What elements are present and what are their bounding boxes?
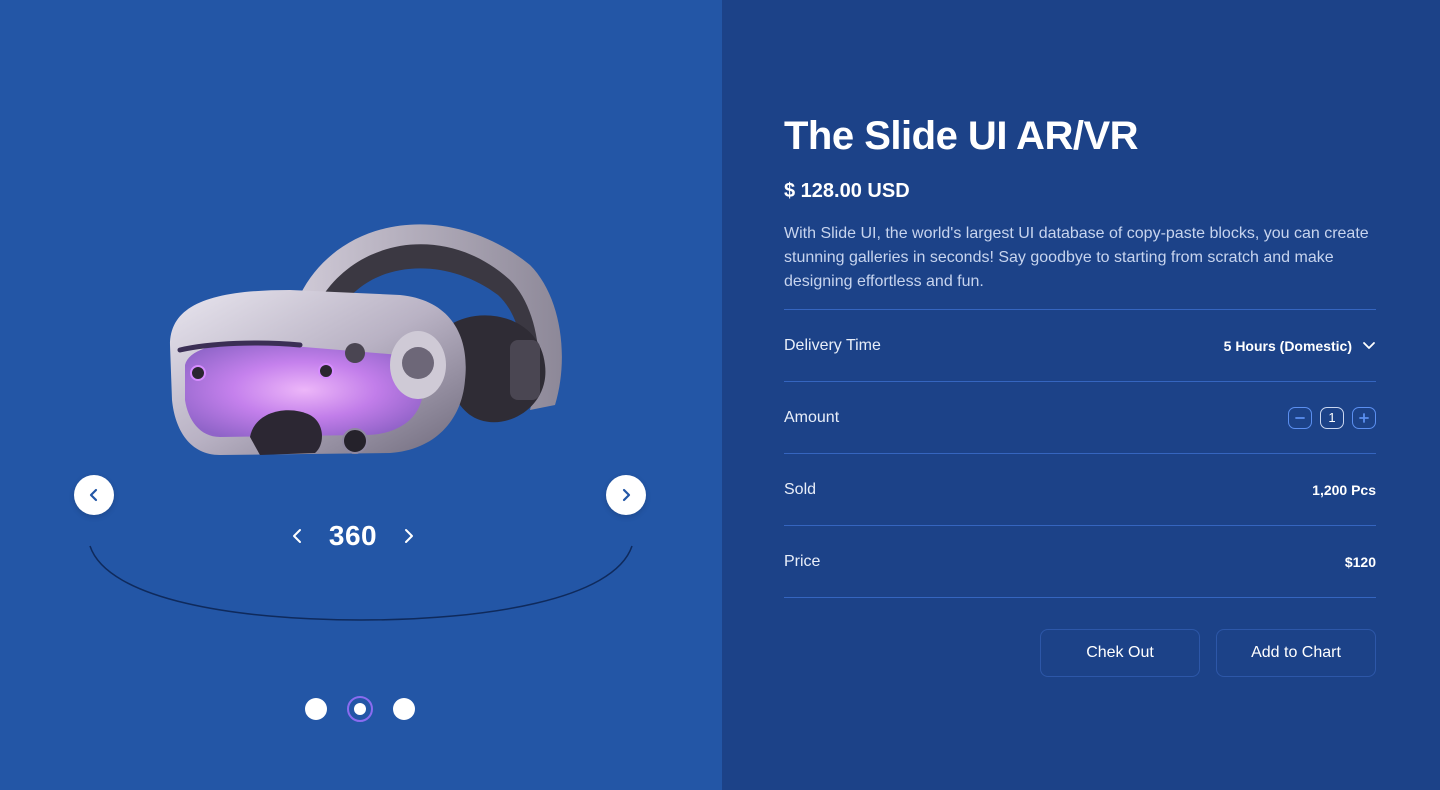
delivery-time-value: 5 Hours (Domestic): [1223, 337, 1352, 354]
add-to-cart-button[interactable]: Add to Chart: [1216, 629, 1376, 677]
delivery-time-label: Delivery Time: [784, 336, 881, 354]
sold-row: Sold 1,200 Pcs: [784, 454, 1376, 526]
slide-dot-1[interactable]: [305, 698, 327, 720]
minus-icon: [1295, 416, 1305, 419]
chevron-left-icon: [293, 529, 301, 543]
previous-slide-button[interactable]: [74, 475, 114, 515]
price-label: Price: [784, 552, 821, 570]
product-gallery: 360: [0, 0, 722, 790]
rotate-360-control: 360: [286, 516, 420, 556]
plus-icon: [1359, 412, 1369, 423]
amount-label: Amount: [784, 408, 840, 426]
product-price: $ 128.00 USD: [784, 180, 910, 202]
sold-value: 1,200 Pcs: [1312, 481, 1376, 498]
chevron-down-icon: [1363, 341, 1375, 349]
rotate-left-button[interactable]: [286, 525, 308, 547]
chevron-left-icon: [89, 488, 98, 502]
chevron-right-icon: [622, 488, 631, 502]
action-buttons: Chek Out Add to Chart: [1040, 629, 1376, 677]
checkout-button[interactable]: Chek Out: [1040, 629, 1200, 677]
increase-amount-button[interactable]: [1352, 406, 1376, 429]
rotate-label: 360: [328, 520, 378, 551]
next-slide-button[interactable]: [606, 475, 646, 515]
product-details-list: Delivery Time 5 Hours (Domestic) Amount …: [784, 309, 1376, 598]
chevron-right-icon: [405, 529, 413, 543]
slide-dot-2-active[interactable]: [347, 696, 373, 722]
amount-row: Amount 1: [784, 382, 1376, 454]
delivery-time-select[interactable]: 5 Hours (Domestic): [1224, 338, 1376, 354]
slide-indicators: [305, 696, 415, 722]
price-value: $120: [1344, 553, 1376, 570]
price-row: Price $120: [784, 526, 1376, 598]
amount-value[interactable]: 1: [1320, 406, 1344, 429]
sold-label: Sold: [784, 480, 817, 498]
delivery-time-row: Delivery Time 5 Hours (Domestic): [784, 310, 1376, 382]
amount-stepper: 1: [1288, 406, 1376, 429]
slide-dot-3[interactable]: [393, 698, 415, 720]
decrease-amount-button[interactable]: [1288, 406, 1312, 429]
vr-headset-image: [170, 224, 562, 455]
rotate-right-button[interactable]: [398, 525, 420, 547]
product-description: With Slide UI, the world's largest UI da…: [784, 225, 1369, 290]
product-title: The Slide UI AR/VR: [784, 114, 1139, 158]
